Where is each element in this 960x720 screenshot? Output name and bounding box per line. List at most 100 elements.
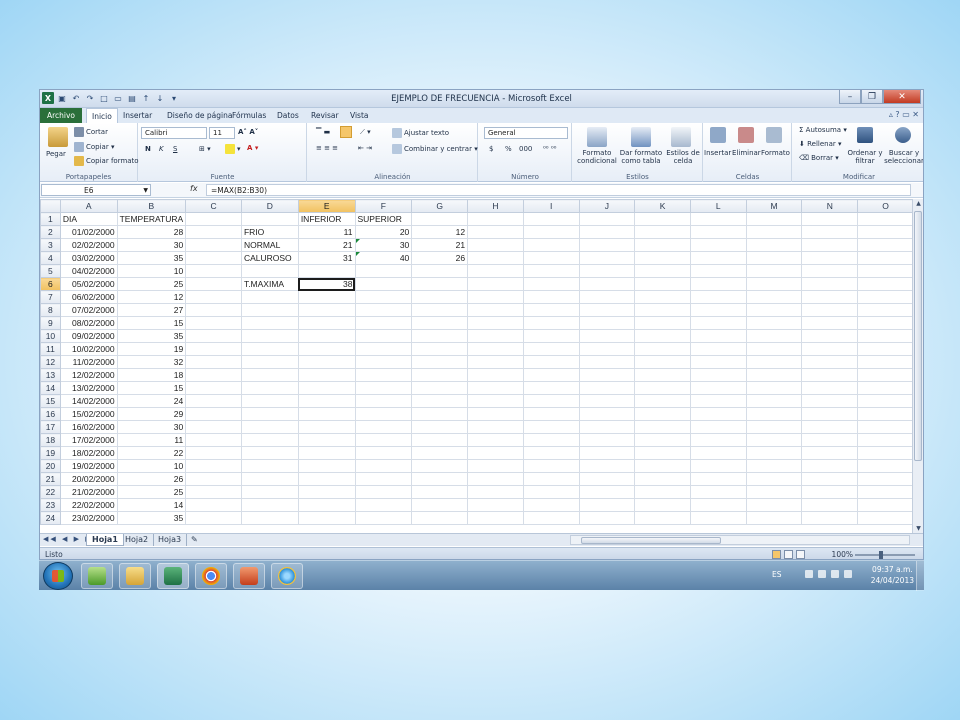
cell-a16[interactable]: 15/02/2000 — [59, 407, 118, 421]
cell-b5[interactable]: 10 — [116, 264, 187, 278]
cell-n9[interactable] — [801, 316, 859, 330]
cell-o2[interactable] — [857, 225, 914, 239]
cell-f9[interactable] — [354, 316, 413, 330]
cell-b4[interactable]: 35 — [116, 251, 187, 265]
cell-n4[interactable] — [801, 251, 859, 265]
row-header[interactable]: 1 — [40, 212, 61, 226]
cell-g2[interactable]: 12 — [411, 225, 469, 239]
cell-n10[interactable] — [801, 329, 859, 343]
cell-l4[interactable] — [689, 251, 747, 265]
cell-m4[interactable] — [745, 251, 803, 265]
binoculars-icon[interactable] — [895, 127, 911, 143]
row-header[interactable]: 20 — [40, 459, 61, 473]
cell-i20[interactable] — [522, 459, 580, 473]
cell-i21[interactable] — [522, 472, 580, 486]
cell-o17[interactable] — [857, 420, 914, 434]
cell-c18[interactable] — [185, 433, 242, 447]
row-header[interactable]: 23 — [40, 498, 61, 512]
cell-a21[interactable]: 20/02/2000 — [59, 472, 118, 486]
cell-e1[interactable]: INFERIOR — [297, 212, 356, 226]
cell-b16[interactable]: 29 — [116, 407, 187, 421]
cell-h14[interactable] — [467, 381, 524, 395]
cell-h19[interactable] — [467, 446, 524, 460]
cell-h5[interactable] — [467, 264, 524, 278]
cell-h2[interactable] — [467, 225, 524, 239]
cell-n8[interactable] — [801, 303, 859, 317]
fill-button[interactable]: ⬇ Rellenar ▾ — [799, 140, 842, 148]
cell-e2[interactable]: 11 — [297, 225, 356, 239]
cell-j3[interactable] — [578, 238, 636, 252]
cell-l18[interactable] — [689, 433, 747, 447]
cell-o5[interactable] — [857, 264, 914, 278]
cell-f24[interactable] — [354, 511, 413, 525]
cell-i7[interactable] — [522, 290, 580, 304]
cell-e17[interactable] — [297, 420, 356, 434]
orientation-icon[interactable]: ⟋ ▾ — [360, 128, 371, 137]
cell-e7[interactable] — [297, 290, 356, 304]
format-table-button[interactable]: Dar formato como tabla — [619, 149, 663, 165]
cell-i4[interactable] — [522, 251, 580, 265]
cell-h16[interactable] — [467, 407, 524, 421]
cell-o11[interactable] — [857, 342, 914, 356]
thousands-button[interactable]: 000 — [519, 145, 532, 153]
cell-j10[interactable] — [578, 329, 636, 343]
cell-n21[interactable] — [801, 472, 859, 486]
bold-button[interactable]: N — [145, 145, 151, 153]
column-header-c[interactable]: C — [185, 199, 242, 213]
cell-h3[interactable] — [467, 238, 524, 252]
cell-j12[interactable] — [578, 355, 636, 369]
cell-c3[interactable] — [185, 238, 242, 252]
cell-l6[interactable] — [689, 277, 747, 291]
cell-c16[interactable] — [185, 407, 242, 421]
cell-g12[interactable] — [411, 355, 469, 369]
cell-e4[interactable]: 31 — [297, 251, 356, 265]
cell-e5[interactable] — [297, 264, 356, 278]
cell-j24[interactable] — [578, 511, 636, 525]
cell-b20[interactable]: 10 — [116, 459, 187, 473]
cell-o6[interactable] — [857, 277, 914, 291]
cell-e18[interactable] — [297, 433, 356, 447]
cell-c17[interactable] — [185, 420, 242, 434]
cell-d17[interactable] — [240, 420, 299, 434]
cell-d8[interactable] — [240, 303, 299, 317]
sheet-tab-hoja1[interactable]: Hoja1 — [86, 534, 124, 546]
cell-j6[interactable] — [578, 277, 636, 291]
cell-i23[interactable] — [522, 498, 580, 512]
cell-m17[interactable] — [745, 420, 803, 434]
cell-f7[interactable] — [354, 290, 413, 304]
cell-b12[interactable]: 32 — [116, 355, 187, 369]
cell-l17[interactable] — [689, 420, 747, 434]
cell-o13[interactable] — [857, 368, 914, 382]
cell-f14[interactable] — [354, 381, 413, 395]
cell-c19[interactable] — [185, 446, 242, 460]
cell-m8[interactable] — [745, 303, 803, 317]
cell-e16[interactable] — [297, 407, 356, 421]
show-desktop-button[interactable] — [916, 561, 924, 591]
cell-d23[interactable] — [240, 498, 299, 512]
insert-button[interactable]: Insertar — [704, 149, 731, 157]
conditional-format-icon[interactable] — [587, 127, 607, 147]
cell-f21[interactable] — [354, 472, 413, 486]
column-header-l[interactable]: L — [689, 199, 747, 213]
cell-j15[interactable] — [578, 394, 636, 408]
cell-j5[interactable] — [578, 264, 636, 278]
cell-n3[interactable] — [801, 238, 859, 252]
cell-m24[interactable] — [745, 511, 803, 525]
cell-j11[interactable] — [578, 342, 636, 356]
volume-icon[interactable] — [844, 570, 852, 578]
cell-f17[interactable] — [354, 420, 413, 434]
cell-a4[interactable]: 03/02/2000 — [59, 251, 118, 265]
cell-e23[interactable] — [297, 498, 356, 512]
cell-k5[interactable] — [634, 264, 691, 278]
cell-e19[interactable] — [297, 446, 356, 460]
cell-h6[interactable] — [467, 277, 524, 291]
tab-formulas[interactable]: Fórmulas — [227, 108, 271, 123]
cell-m9[interactable] — [745, 316, 803, 330]
cell-o4[interactable] — [857, 251, 914, 265]
fill-color-icon[interactable]: ▾ — [225, 144, 241, 154]
delete-cells-icon[interactable] — [738, 127, 754, 143]
indent-icon[interactable]: ⇤ ⇥ — [358, 144, 372, 152]
cell-b15[interactable]: 24 — [116, 394, 187, 408]
cell-l1[interactable] — [689, 212, 747, 226]
format-painter-button[interactable]: Copiar formato — [74, 156, 139, 166]
